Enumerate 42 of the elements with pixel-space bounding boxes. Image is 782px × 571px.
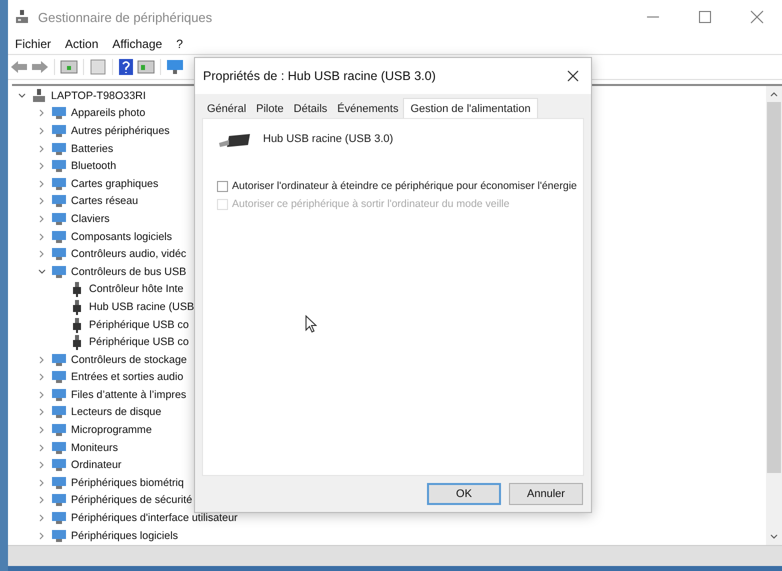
tree-item[interactable]: Contrôleurs de stockage [71,354,187,366]
tree-item[interactable]: Files d’attente à l’impres [71,388,186,401]
menu-item[interactable]: Affichage [112,37,162,51]
tree-item[interactable]: Périphériques de sécurité [71,494,192,506]
tree-item[interactable]: Lecteurs de disque [71,406,162,418]
tab[interactable]: Gestion de l'alimentation [403,98,538,118]
tree-item[interactable]: Moniteurs [71,442,118,454]
tab[interactable]: Détails [288,100,332,118]
tree-item[interactable]: Périphériques biométriq [71,476,184,489]
tree-item[interactable]: Cartes graphiques [71,178,158,190]
tab[interactable]: Pilote [251,100,289,118]
cancel-button[interactable]: Annuler [509,483,583,505]
tab[interactable]: Événements [332,100,404,118]
menu-item[interactable]: Action [65,37,98,51]
tree-item[interactable]: Contrôleur hôte Inte [89,283,184,296]
tree-item[interactable]: Périphérique USB co [89,318,189,331]
tab[interactable]: Général [202,100,252,118]
checkbox-label: Autoriser l'ordinateur à éteindre ce périphérique pour économiser l'énergie [232,180,577,192]
tree-item[interactable]: Ordinateur [71,459,122,472]
tree-item[interactable]: Hub USB racine (USB [89,300,194,313]
tree-item[interactable]: Contrôleurs de bus USB [71,266,186,278]
tree-item[interactable]: Périphériques logiciels [71,530,178,542]
tree-item[interactable]: Contrôleurs audio, vidéc [71,248,186,260]
tree-item[interactable]: Microprogramme [71,424,152,436]
tree-item[interactable]: Cartes réseau [71,195,138,208]
tree-item[interactable]: Périphérique USB co [89,336,189,348]
tree-item[interactable]: Périphériques d'interface utilisateur [71,512,238,524]
tree-item[interactable]: Batteries [71,142,114,155]
tree-item[interactable]: Appareils photo [71,107,146,120]
tree-item[interactable]: Bluetooth [71,160,116,172]
tree-item[interactable]: Claviers [71,212,110,225]
tree-item[interactable]: LAPTOP-T98O33RI [51,90,146,102]
window-title: Gestionnaire de périphériques [38,10,212,24]
tree-item[interactable]: Composants logiciels [71,230,172,243]
tree-item[interactable]: Autres périphériques [71,124,170,137]
checkbox-label: Autoriser ce périphérique à sortir l'ordinateur du mode veille [232,198,510,210]
menu-item[interactable]: Fichier [15,37,52,51]
dialog-title: Propriétés de : Hub USB racine (USB 3.0) [203,69,436,83]
tree-item[interactable]: Entrées et sorties audio [71,371,184,384]
menu-item[interactable]: ? [176,37,183,51]
ok-button[interactable]: OK [427,483,501,505]
device-name: Hub USB racine (USB 3.0) [263,133,394,145]
